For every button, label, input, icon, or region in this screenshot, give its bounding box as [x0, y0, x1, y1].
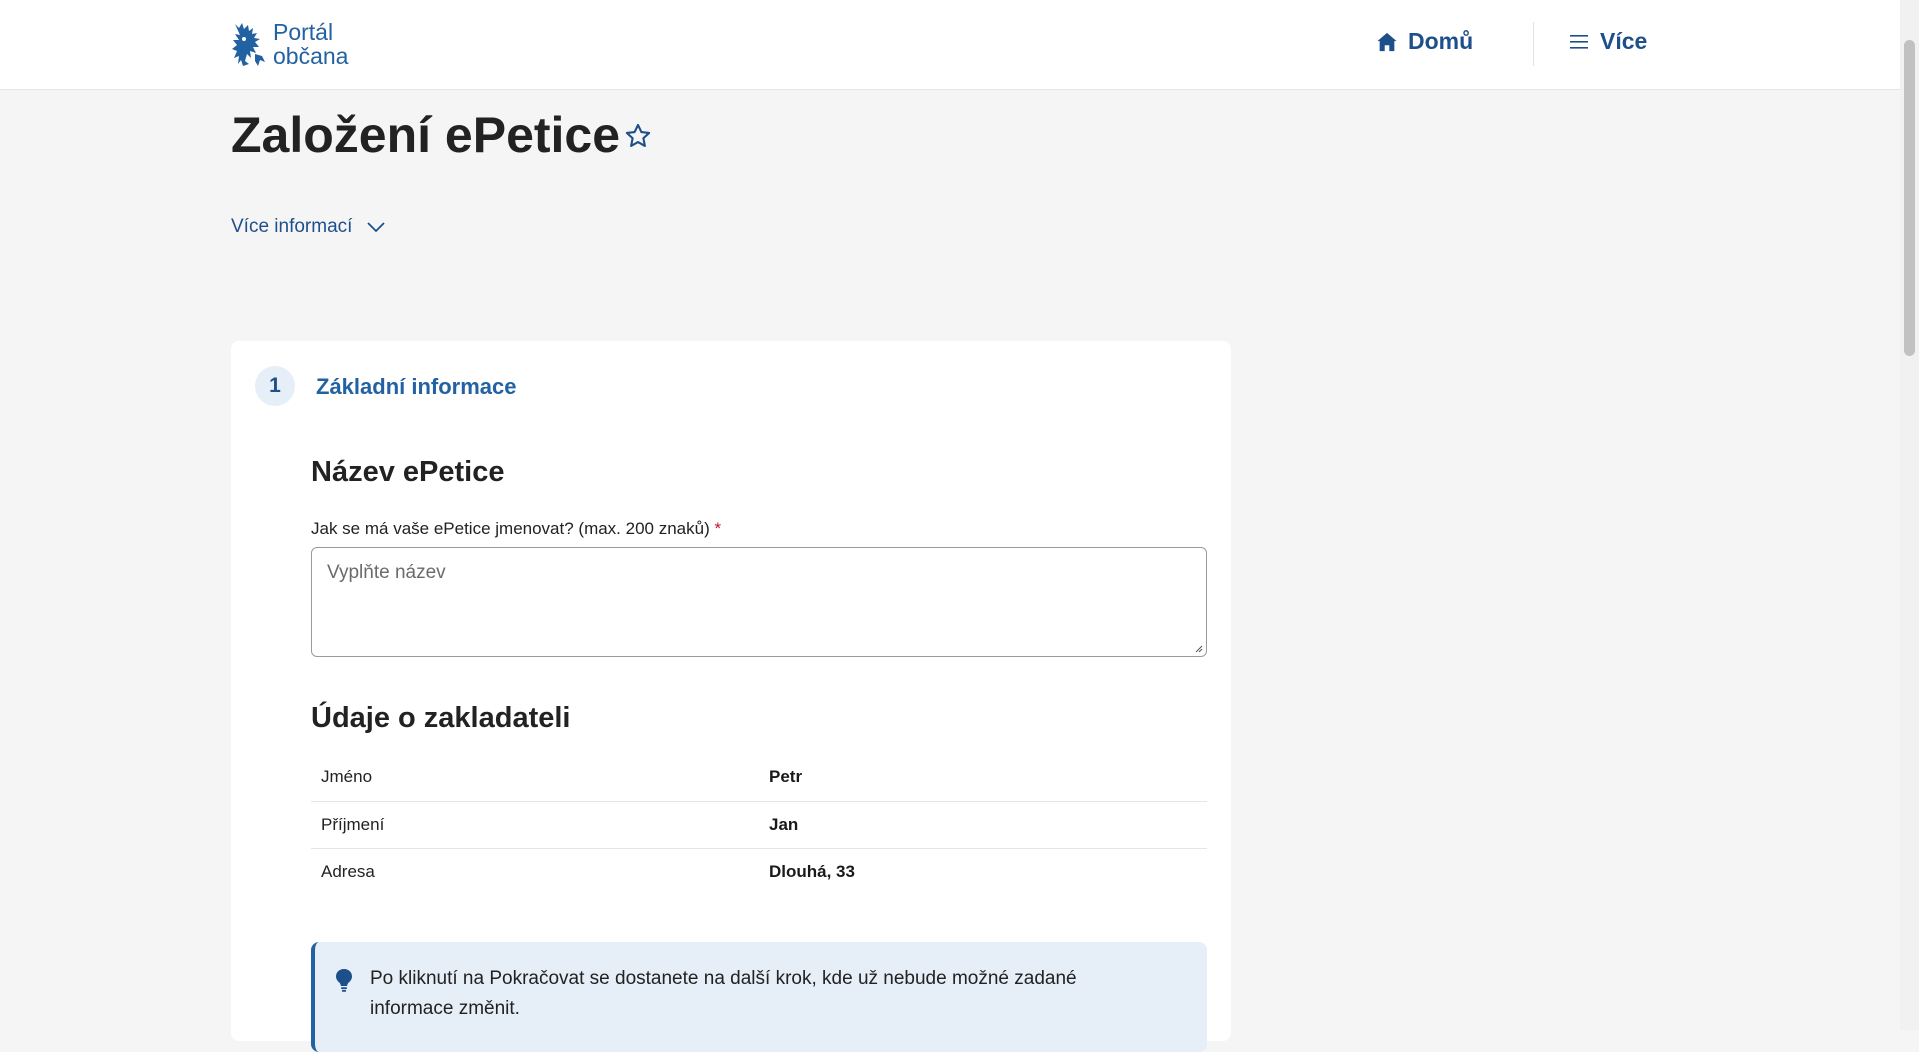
founder-address-value: Dlouhá, 33 [769, 861, 855, 881]
more-info-label: Více informací [231, 216, 353, 237]
nav-divider [1533, 22, 1534, 66]
logo-line-portal: Portál [273, 19, 334, 45]
founder-first-name-label: Jméno [311, 754, 759, 802]
step-title: Základní informace [316, 374, 517, 399]
more-info-toggle[interactable]: Více informací [231, 216, 386, 238]
founder-info-table: Jméno Petr Příjmení Jan Adresa Dlouhá, 3… [311, 754, 1207, 895]
step-number-badge: 1 [255, 366, 295, 406]
form-card: 1 Základní informace Název ePetice Jak s… [231, 341, 1231, 1052]
petition-name-input[interactable] [311, 547, 1207, 657]
founder-first-name-value: Petr [759, 754, 1207, 802]
portal-logo[interactable]: Portál občana [229, 20, 348, 68]
top-header: Portál občana Domů Více [0, 0, 1900, 90]
required-mark: * [714, 519, 722, 538]
nav-more-label: Více [1600, 28, 1648, 54]
home-icon [1377, 32, 1397, 51]
founder-last-name-label: Příjmení [311, 801, 759, 849]
petition-name-heading: Název ePetice [311, 456, 505, 488]
scrollbar-thumb[interactable] [1904, 40, 1915, 356]
petition-name-label-text: Jak se má vaše ePetice jmenovat? (max. 2… [311, 519, 710, 538]
lightbulb-icon [336, 969, 352, 992]
table-row: Adresa Dlouhá, 33 [311, 848, 1207, 895]
hamburger-icon [1570, 34, 1588, 49]
petition-name-label: Jak se má vaše ePetice jmenovat? (max. 2… [311, 519, 721, 539]
page-title: Založení ePetice [231, 107, 621, 163]
notice-text: Po kliknutí na Pokračovat se dostanete n… [370, 968, 1077, 1019]
logo-line-obcana: občana [273, 43, 349, 69]
chevron-down-icon [367, 222, 386, 233]
table-row: Jméno Petr [311, 754, 1207, 802]
logo-text: Portál občana [273, 20, 348, 68]
resize-handle-icon[interactable] [1193, 643, 1203, 653]
nav-home-link[interactable]: Domů [1376, 28, 1473, 55]
czech-lion-icon [232, 23, 265, 66]
nav-more-menu[interactable]: Více [1570, 28, 1647, 55]
founder-last-name-value: Jan [759, 801, 1207, 849]
star-outline-icon[interactable] [624, 122, 652, 150]
info-notice: Po kliknutí na Pokračovat se dostanete n… [311, 942, 1207, 1052]
nav-home-label: Domů [1408, 28, 1474, 54]
founder-heading: Údaje o zakladateli [311, 702, 571, 734]
founder-address-label: Adresa [321, 861, 375, 881]
table-row: Příjmení Jan [311, 801, 1207, 849]
